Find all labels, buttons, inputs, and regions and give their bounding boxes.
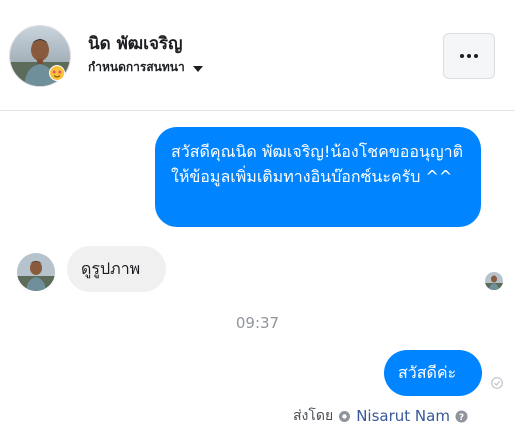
help-question-icon[interactable]: ?: [455, 410, 468, 423]
chat-window: นิด พัฒเจริญ กำหนดการสนทนา สวัสดีคุณนิด …: [0, 0, 515, 429]
settings-gear-icon: [339, 410, 351, 422]
outgoing-message: สวัสดีคุณนิด พัฒเจริญ!น้องโชคขออนุญาติให…: [155, 127, 481, 227]
sent-by-label: ส่งโดย: [293, 408, 334, 424]
incoming-message: ดูรูปภาพ: [67, 246, 166, 292]
sent-by-row: ส่งโดย Nisarut Nam ?: [293, 405, 468, 427]
seen-indicator-avatar: [485, 272, 503, 290]
more-horizontal-icon: [460, 54, 464, 58]
outgoing-message: สวัสดีค่ะ: [384, 350, 482, 396]
nickname-label: กำหนดการสนทนา: [88, 60, 185, 74]
sender-avatar[interactable]: [17, 253, 55, 291]
heart-eyes-reaction-icon: [49, 65, 65, 81]
sent-check-icon: [491, 377, 503, 389]
sender-name-link[interactable]: Nisarut Nam: [356, 407, 450, 425]
svg-text:?: ?: [459, 413, 464, 423]
message-timestamp: 09:37: [235, 314, 280, 332]
chat-header: นิด พัฒเจริญ กำหนดการสนทนา: [0, 0, 515, 111]
chevron-down-icon: [192, 65, 203, 72]
nickname-dropdown[interactable]: กำหนดการสนทนา: [88, 58, 203, 77]
contact-name[interactable]: นิด พัฒเจริญ: [88, 30, 183, 57]
more-options-button[interactable]: [443, 33, 495, 79]
